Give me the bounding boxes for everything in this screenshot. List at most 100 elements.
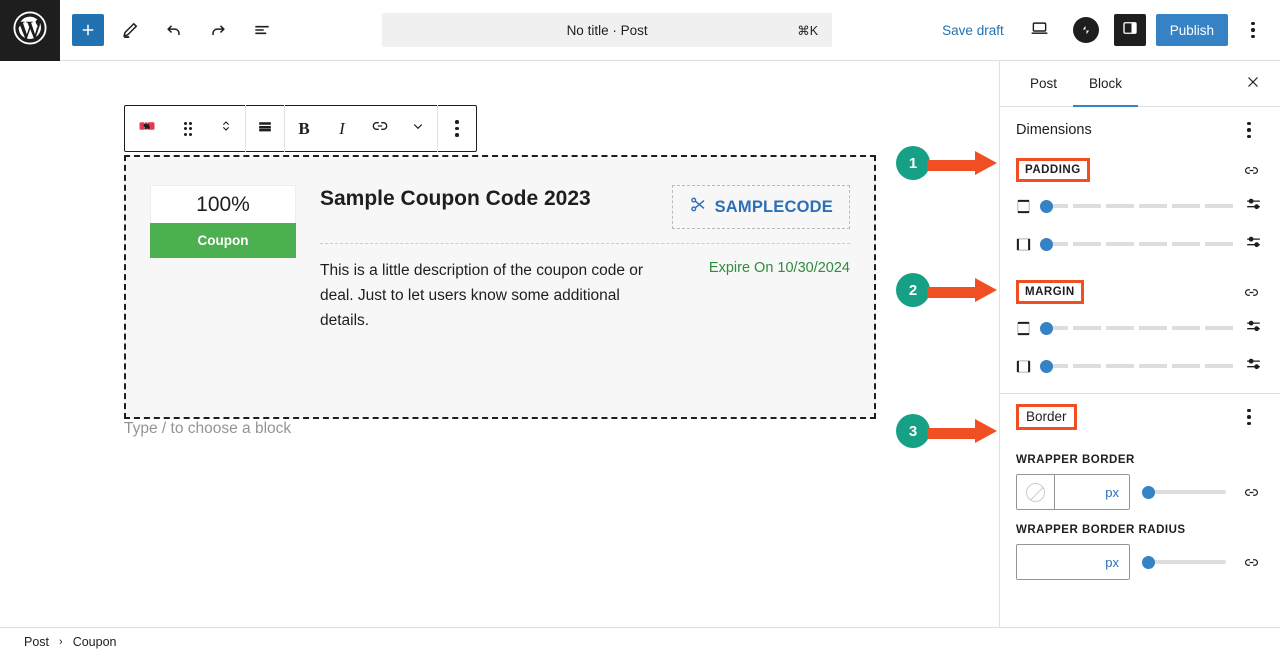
save-draft-button[interactable]: Save draft [934, 17, 1012, 44]
settings-sidebar: Post Block Dimensions PADDING MARGIN Bor… [1000, 61, 1280, 627]
wrapper-border-label: WRAPPER BORDER [1016, 454, 1135, 466]
margin-vertical-slider[interactable] [1040, 321, 1235, 335]
close-icon [1244, 73, 1262, 96]
undo-button[interactable] [156, 12, 192, 48]
padding-label: PADDING [1016, 158, 1090, 182]
editor-options-button[interactable] [1238, 12, 1268, 48]
padding-link-sides-button[interactable] [1238, 157, 1264, 183]
margin-horizontal-slider-row [1016, 349, 1264, 383]
document-title-wrap: No title · Post ⌘K [280, 13, 934, 47]
coupon-badge-label: Coupon [150, 223, 296, 258]
italic-label: I [339, 118, 345, 138]
wrapper-border-radius-slider[interactable] [1142, 555, 1226, 569]
padding-horizontal-slider[interactable] [1040, 237, 1235, 251]
tab-post[interactable]: Post [1014, 61, 1073, 107]
svg-text:%: % [144, 124, 150, 130]
wrapper-border-radius-link-button[interactable] [1238, 549, 1264, 575]
close-sidebar-button[interactable] [1236, 67, 1270, 101]
wrapper-border-color-button[interactable] [1017, 475, 1055, 509]
wrapper-border-slider[interactable] [1142, 485, 1226, 499]
settings-sidebar-icon [1121, 19, 1139, 42]
coupon-discount: 100% [150, 185, 296, 223]
document-overview-button[interactable] [244, 12, 280, 48]
annotation-3-number: 3 [896, 414, 930, 448]
move-block-button[interactable] [207, 106, 245, 151]
annotation-2: 2 [896, 273, 1001, 307]
breadcrumb-bar: Post › Coupon [0, 627, 1280, 655]
laptop-preview-icon [1029, 17, 1050, 43]
edit-tool-button[interactable] [112, 12, 148, 48]
preview-button[interactable] [1022, 12, 1058, 48]
italic-button[interactable]: I [323, 106, 361, 151]
block-toolbar: % B I [124, 105, 477, 152]
bold-label: B [298, 118, 310, 138]
align-icon [255, 116, 275, 141]
breadcrumb-separator: › [59, 635, 63, 648]
padding-horizontal-options-button[interactable] [1244, 232, 1264, 256]
publish-button[interactable]: Publish [1155, 14, 1228, 46]
block-options-button[interactable] [438, 106, 476, 151]
wordpress-logo-icon [13, 10, 47, 50]
annotation-1-arrow [927, 150, 1001, 175]
breadcrumb-coupon[interactable]: Coupon [73, 635, 117, 649]
wrapper-border-radius-label: WRAPPER BORDER RADIUS [1016, 524, 1186, 536]
editor-tools [60, 12, 280, 48]
padding-vertical-slider-row [1016, 189, 1264, 223]
margin-horizontal-slider[interactable] [1040, 359, 1235, 373]
drag-block-handle[interactable] [169, 106, 207, 151]
wrapper-border-width-input[interactable]: px [1055, 475, 1129, 509]
coupon-block[interactable]: 100% Coupon Sample Coupon Code 2023 SAMP… [124, 155, 876, 419]
wrapper-border-link-button[interactable] [1238, 479, 1264, 505]
breadcrumb-post[interactable]: Post [24, 635, 49, 649]
document-title: No title · Post [566, 22, 648, 38]
align-button[interactable] [246, 106, 284, 151]
bold-button[interactable]: B [285, 106, 323, 151]
wordpress-logo-button[interactable] [0, 0, 60, 61]
wrapper-border-controls: px [1016, 474, 1264, 510]
coupon-badge: 100% Coupon [150, 185, 296, 389]
jetpack-button[interactable] [1068, 12, 1104, 48]
wrapper-border-radius-unit: px [1105, 554, 1119, 570]
vertical-sides-icon [1016, 199, 1031, 214]
redo-button[interactable] [200, 12, 236, 48]
empty-paragraph-placeholder[interactable]: Type / to choose a block [124, 420, 291, 438]
settings-sidebar-toggle[interactable] [1113, 14, 1146, 46]
wrapper-border-radius-input[interactable]: px [1017, 545, 1129, 579]
no-color-icon [1026, 482, 1045, 502]
command-palette-button[interactable]: No title · Post ⌘K [382, 13, 833, 47]
insert-link-button[interactable] [361, 106, 399, 151]
add-block-button[interactable] [72, 14, 104, 46]
padding-vertical-slider[interactable] [1040, 199, 1235, 213]
margin-link-sides-button[interactable] [1238, 279, 1264, 305]
drag-handle-icon [183, 121, 193, 136]
link-icon [370, 116, 390, 141]
wrapper-border-unit: px [1105, 484, 1119, 500]
margin-horizontal-options-button[interactable] [1244, 354, 1264, 378]
scissors-icon [689, 195, 708, 219]
padding-horizontal-slider-row [1016, 227, 1264, 261]
annotation-3: 3 [896, 414, 1001, 448]
border-panel: Border WRAPPER BORDER px WRAPPER BORDER … [1000, 394, 1280, 580]
coupon-code-button[interactable]: SAMPLECODE [671, 185, 850, 229]
coupon-code-text: SAMPLECODE [714, 197, 833, 216]
border-title: Border [1016, 403, 1077, 431]
padding-vertical-options-button[interactable] [1244, 194, 1264, 218]
wrapper-border-radius-controls: px [1016, 544, 1264, 580]
border-options-button[interactable] [1234, 399, 1264, 435]
margin-vertical-options-button[interactable] [1244, 316, 1264, 340]
kebab-menu-icon [442, 111, 472, 147]
top-toolbar: No title · Post ⌘K Save draft Publish [0, 0, 1280, 61]
coupon-description[interactable]: This is a little description of the coup… [320, 258, 660, 333]
margin-vertical-slider-row [1016, 311, 1264, 345]
coupon-block-icon: % [136, 117, 158, 140]
tab-block[interactable]: Block [1073, 61, 1139, 107]
command-shortcut-hint: ⌘K [797, 23, 819, 38]
coupon-title[interactable]: Sample Coupon Code 2023 [320, 185, 591, 211]
block-type-button[interactable]: % [125, 106, 169, 151]
annotation-2-arrow [927, 277, 1001, 302]
dimensions-options-button[interactable] [1234, 112, 1264, 148]
chevron-down-icon [409, 117, 427, 140]
dimensions-title: Dimensions [1016, 122, 1092, 138]
more-formatting-button[interactable] [399, 106, 437, 151]
annotation-2-number: 2 [896, 273, 930, 307]
